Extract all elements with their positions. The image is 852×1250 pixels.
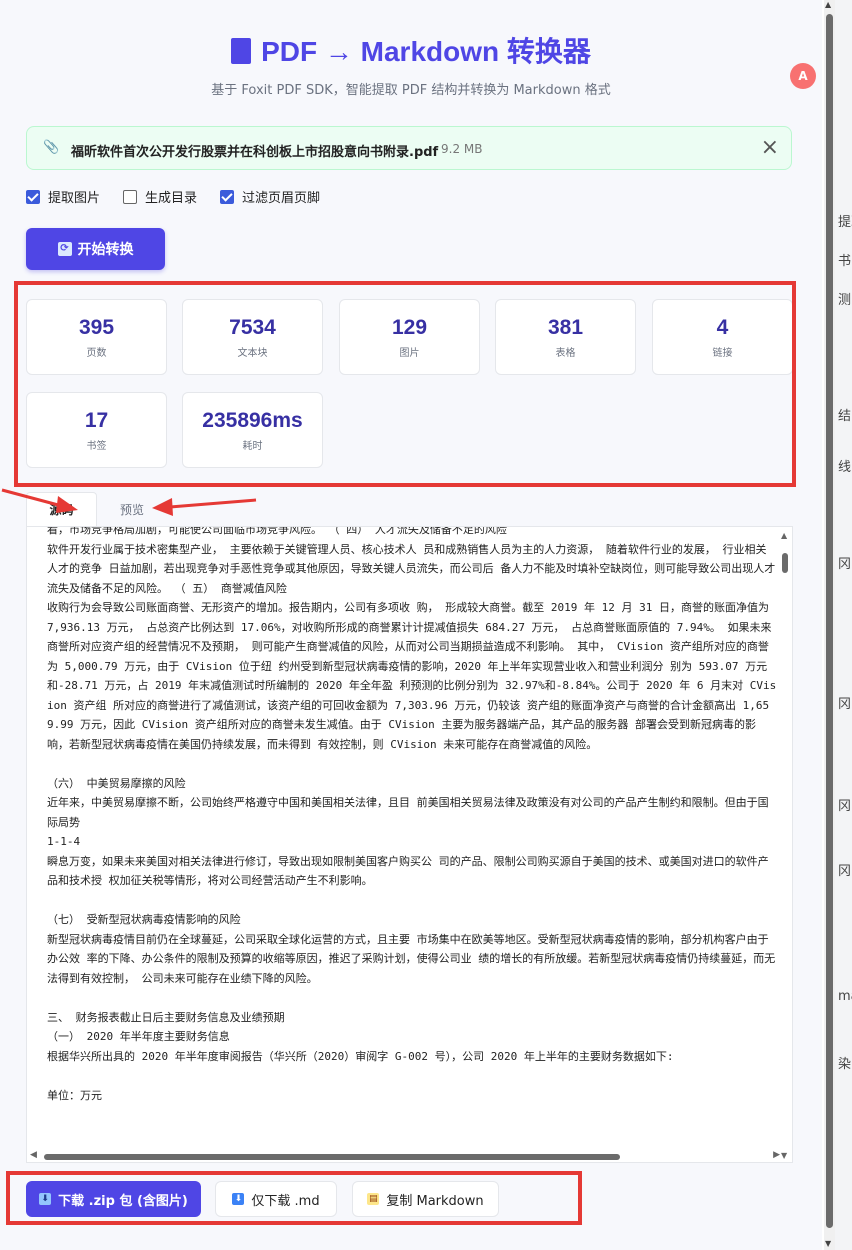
side-fragment: 书 (838, 254, 852, 269)
title-text: PDF → Markdown 转换器 (261, 36, 591, 67)
source-vertical-scrollbar[interactable]: ▲ ▼ (780, 531, 790, 1160)
checkbox-checked-icon[interactable] (26, 189, 40, 204)
side-fragment: 冈 (838, 864, 852, 879)
page-subtitle: 基于 Foxit PDF SDK，智能提取 PDF 结构并转换为 Markdow… (211, 83, 611, 98)
highlight-box-downloads (6, 1171, 582, 1225)
scroll-left-icon[interactable]: ◀ (30, 1150, 37, 1160)
file-size: 9.2 MB (441, 142, 483, 156)
paperclip-icon: 📎 (43, 140, 60, 155)
source-horizontal-scrollbar[interactable]: ◀ ▶ (30, 1150, 780, 1162)
file-name: 福昕软件首次公开发行股票并在科创板上市招股意向书附录.pdf (71, 145, 439, 160)
scroll-down-icon[interactable]: ▼ (825, 1239, 831, 1248)
scroll-thumb[interactable] (782, 553, 788, 573)
scroll-down-icon[interactable]: ▼ (781, 1151, 787, 1160)
annotation-arrow (1, 488, 78, 513)
converter-panel: PDF → Markdown 转换器 基于 Foxit PDF SDK，智能提取… (0, 0, 822, 1250)
scroll-thumb[interactable] (826, 14, 833, 1228)
side-fragment: 提耳 (838, 215, 852, 230)
refresh-icon: ⟳ (57, 242, 72, 256)
translate-icon[interactable]: A (790, 63, 816, 89)
page-vertical-scrollbar[interactable]: ▲ ▼ (824, 0, 835, 1250)
highlight-box-stats (14, 281, 796, 487)
side-fragment: 测 (838, 293, 852, 308)
checkbox-unchecked-icon[interactable] (123, 189, 137, 204)
selected-file-bar: 📎 福昕软件首次公开发行股票并在科创板上市招股意向书附录.pdf 9.2 MB … (26, 126, 792, 170)
side-fragment: 冈 (838, 557, 852, 572)
start-convert-button[interactable]: ⟳ 开始转换 (26, 228, 165, 270)
scroll-up-icon[interactable]: ▲ (825, 0, 831, 9)
scroll-up-icon[interactable]: ▲ (781, 531, 787, 540)
file-icon (231, 38, 252, 64)
side-fragment: 冈 (838, 799, 852, 814)
scroll-right-icon[interactable]: ▶ (773, 1150, 780, 1160)
option-extract-images[interactable]: 提取图片 (26, 187, 100, 206)
page-title: PDF → Markdown 转换器 (0, 30, 822, 70)
checkbox-checked-icon[interactable] (220, 189, 234, 204)
side-fragment: 结 (838, 409, 852, 424)
markdown-source-text: 看，市场竞争格局加剧，可能使公司面临市场竞争风险。 （ 四） 人才流失及储备不足… (47, 526, 777, 1102)
scroll-thumb[interactable] (44, 1154, 620, 1160)
annotation-arrow (152, 498, 257, 516)
side-fragment: ma (838, 989, 852, 1004)
option-filter-header-footer[interactable]: 过滤页眉页脚 (220, 187, 320, 206)
side-fragment: 染 (838, 1057, 852, 1072)
markdown-source-view[interactable]: 看，市场竞争格局加剧，可能使公司面临市场竞争风险。 （ 四） 人才流失及储备不足… (26, 526, 793, 1163)
option-generate-toc[interactable]: 生成目录 (123, 187, 197, 206)
close-icon[interactable]: × (761, 135, 779, 160)
side-fragment: 线 (838, 460, 852, 475)
side-fragment: 冈 (838, 697, 852, 712)
